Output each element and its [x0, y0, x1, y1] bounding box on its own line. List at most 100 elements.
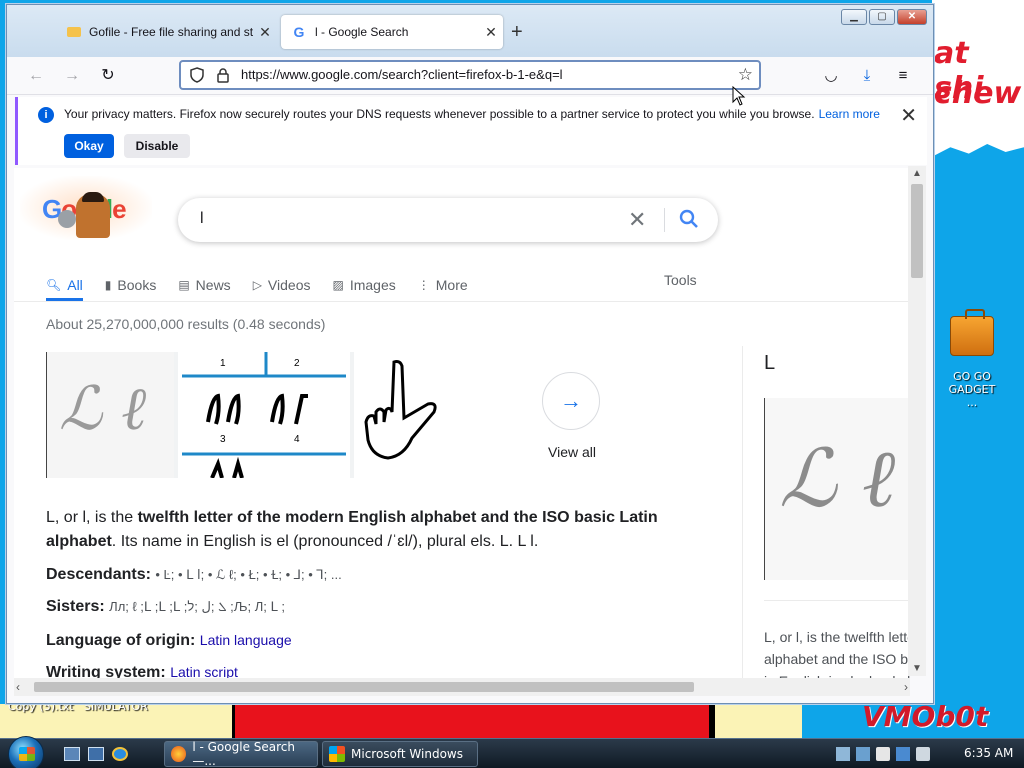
- firefox-icon: [171, 746, 187, 762]
- tab-label: All: [67, 277, 83, 293]
- shield-icon[interactable]: [189, 67, 205, 83]
- knowledge-panel-title: L: [764, 352, 776, 374]
- tray-app-icon[interactable]: [836, 747, 850, 761]
- view-all-label[interactable]: View all: [548, 444, 596, 460]
- tray-app-icon[interactable]: [876, 747, 890, 761]
- view-all-arrow-button[interactable]: →: [542, 372, 600, 430]
- disable-button[interactable]: Disable: [124, 134, 190, 158]
- tab-gofile[interactable]: Gofile - Free file sharing and sto ✕: [59, 15, 277, 49]
- new-tab-button[interactable]: +: [511, 21, 523, 44]
- scrollbar-thumb[interactable]: [34, 682, 694, 692]
- switch-windows-icon[interactable]: [88, 747, 104, 761]
- forward-button[interactable]: →: [61, 65, 83, 87]
- kp-text-line: alphabet and the ISO ba: [764, 651, 910, 667]
- windows-logo-icon: [19, 747, 35, 761]
- learn-more-link[interactable]: Learn more: [819, 107, 880, 121]
- internet-explorer-icon[interactable]: [112, 747, 128, 761]
- tab-books[interactable]: ▮ Books: [105, 272, 157, 298]
- tab-label: Images: [349, 277, 396, 293]
- maximize-button[interactable]: ▢: [869, 9, 895, 25]
- more-icon: ⋮: [417, 278, 430, 292]
- hand-sign-image: [364, 360, 437, 460]
- clear-search-icon[interactable]: ✕: [628, 207, 646, 233]
- search-tabs: 🔍︎ All ▮ Books ▤ News ▷ Videos ▨ Images ⋮ More: [46, 272, 490, 301]
- tab-images[interactable]: ▨ Images: [332, 272, 395, 298]
- notification-message: Your privacy matters. Firefox now secure…: [64, 107, 880, 121]
- tab-more[interactable]: ⋮ More: [418, 272, 468, 298]
- news-icon: ▤: [178, 278, 190, 292]
- knowledge-panel-text: L, or l, is the twelfth lette alphabet a…: [764, 626, 910, 678]
- show-desktop-icon[interactable]: [64, 747, 80, 761]
- fact-descendants: Descendants: • Ŀ; • Ⅼ ⅼ; • ℒ ℓ; • Ł; • Ɫ…: [46, 566, 342, 584]
- image-result-cursive[interactable]: ℒ ℓ: [46, 352, 174, 478]
- meme-text-line2: chew: [934, 76, 1022, 111]
- scrollbar-thumb[interactable]: [911, 184, 923, 278]
- close-notification-icon[interactable]: ✕: [900, 103, 917, 128]
- close-icon[interactable]: ✕: [479, 24, 503, 41]
- start-button[interactable]: [8, 736, 44, 768]
- fact-value: • Ŀ; • Ⅼ ⅼ; • ℒ ℓ; • Ł; • Ɫ; • ⅃; • ⅂; .…: [155, 567, 342, 582]
- tray-app-icon[interactable]: [856, 747, 870, 761]
- knowledge-panel-image[interactable]: ℒ ℓ: [764, 398, 910, 580]
- grid-number: 1: [220, 358, 226, 369]
- taskbar: l - Google Search —... Microsoft Windows…: [0, 736, 1024, 768]
- reload-button[interactable]: ↻: [97, 65, 119, 87]
- pocket-icon[interactable]: ◡: [821, 66, 841, 86]
- url-text[interactable]: https://www.google.com/search?client=fir…: [241, 67, 563, 82]
- lock-icon[interactable]: [215, 67, 231, 83]
- image-icon: ▨: [332, 278, 344, 292]
- okay-button[interactable]: Okay: [64, 134, 114, 158]
- briefcase-icon: [950, 309, 994, 356]
- grid-number: 4: [294, 434, 300, 445]
- description-snippet: L, or l, is the twelfth letter of the mo…: [46, 506, 686, 554]
- fact-link[interactable]: Latin language: [200, 632, 292, 648]
- window-controls: ▁ ▢ ✕: [841, 9, 927, 25]
- image-result-sign-language[interactable]: [354, 352, 442, 478]
- google-doodle[interactable]: Google: [20, 176, 152, 240]
- fact-link[interactable]: Latin script: [170, 664, 238, 678]
- image-result-handwriting[interactable]: 1 2 3 4: [178, 352, 350, 478]
- tab-news[interactable]: ▤ News: [178, 272, 230, 298]
- close-icon[interactable]: ✕: [253, 24, 277, 41]
- scroll-right-icon[interactable]: ›: [904, 680, 908, 694]
- close-window-button[interactable]: ✕: [897, 9, 927, 25]
- scroll-down-icon[interactable]: ▼: [912, 663, 922, 674]
- scroll-up-icon[interactable]: ▲: [912, 168, 922, 179]
- task-button-label: l - Google Search —...: [192, 740, 295, 768]
- watermark: VMOb0t: [862, 700, 989, 733]
- vertical-scrollbar[interactable]: ▲ ▼: [908, 166, 926, 676]
- tab-videos[interactable]: ▷ Videos: [253, 272, 311, 298]
- tools-button[interactable]: Tools: [664, 272, 697, 288]
- search-divider: [664, 208, 665, 232]
- doodle-ball: [58, 210, 76, 228]
- description-suffix: . Its name in English is el (pronounced …: [111, 533, 539, 550]
- search-icon[interactable]: [678, 208, 700, 230]
- tab-label: News: [195, 277, 231, 293]
- back-button[interactable]: ←: [25, 65, 47, 87]
- fact-key: Language of origin:: [46, 632, 196, 649]
- download-icon[interactable]: ⤓: [857, 66, 877, 86]
- clock[interactable]: 6:35 AM: [964, 746, 1013, 760]
- menu-icon[interactable]: ≡: [893, 66, 913, 86]
- desktop-icon-gadget[interactable]: GO GO GADGET ...: [942, 309, 1002, 409]
- tab-google-search[interactable]: G l - Google Search ✕: [281, 15, 503, 49]
- minimize-button[interactable]: ▁: [841, 9, 867, 25]
- bookmark-star-icon[interactable]: ☆: [738, 65, 753, 85]
- folder-icon: [67, 27, 81, 37]
- url-bar[interactable]: https://www.google.com/search?client=fir…: [179, 60, 761, 90]
- taskbar-button-windows[interactable]: Microsoft Windows: [322, 741, 478, 767]
- horizontal-scrollbar[interactable]: ‹ ›: [14, 678, 910, 696]
- volume-icon[interactable]: [916, 747, 930, 761]
- tab-all[interactable]: 🔍︎ All: [46, 272, 83, 301]
- network-icon[interactable]: [896, 747, 910, 761]
- taskbar-button-firefox[interactable]: l - Google Search —...: [164, 740, 318, 768]
- fact-language-of-origin: Language of origin: Latin language: [46, 632, 292, 650]
- search-box[interactable]: l ✕: [178, 198, 718, 242]
- cursive-letter: ℒ ℓ: [779, 432, 896, 525]
- system-tray: [836, 743, 930, 765]
- fact-key: Descendants:: [46, 566, 151, 583]
- scroll-left-icon[interactable]: ‹: [16, 680, 20, 694]
- search-input[interactable]: l: [200, 210, 204, 228]
- tab-label: More: [435, 277, 468, 293]
- navigation-bar: ← → ↻ https://www.google.com/search?clie…: [7, 57, 933, 95]
